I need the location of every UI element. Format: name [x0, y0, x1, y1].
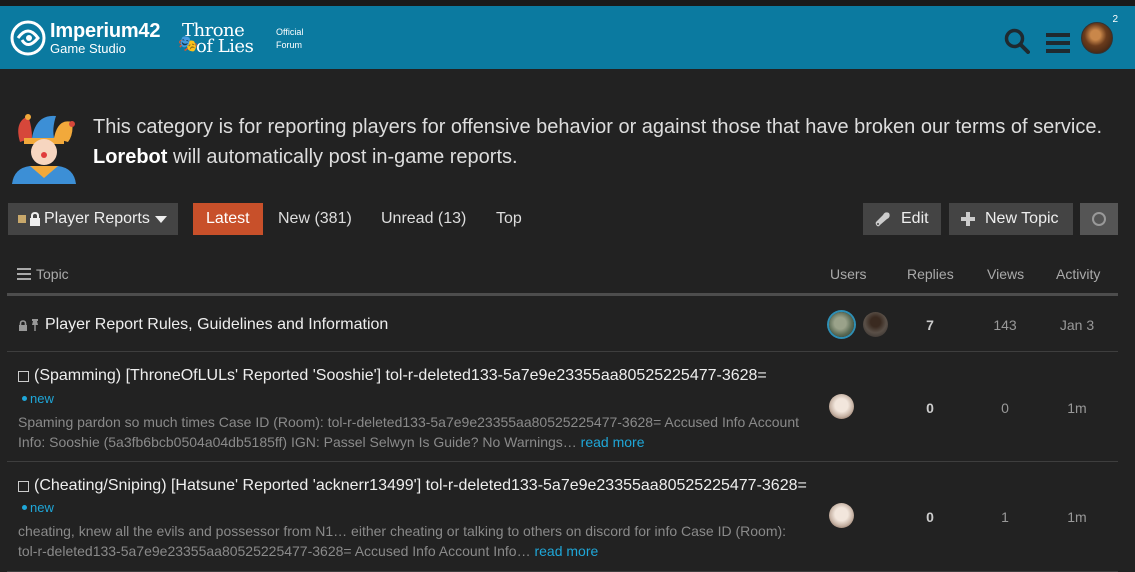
user-avatar[interactable] [863, 312, 888, 337]
column-topic[interactable]: Topic [17, 266, 69, 282]
new-dot-icon [22, 396, 27, 401]
wrench-icon [875, 212, 890, 227]
user-avatar[interactable] [829, 312, 854, 337]
topic-title-line: (Cheating/Sniping) [Hatsune' Reported 'a… [18, 477, 807, 495]
tol-logo-line2: of Lies [196, 36, 254, 57]
user-menu[interactable]: 2 [1081, 14, 1118, 56]
column-activity[interactable]: Activity [1056, 266, 1100, 282]
user-avatar[interactable] [829, 503, 854, 528]
category-dropdown-label: Player Reports [44, 210, 150, 227]
official-line2: Forum [276, 40, 303, 50]
activity-time[interactable]: 1m [1047, 400, 1107, 416]
mask-icon: 🎭 [178, 36, 198, 53]
notification-level-button[interactable] [1080, 203, 1118, 235]
topic-list-header: Topic Users Replies Views Activity [7, 258, 1118, 296]
new-topic-button-label: New Topic [985, 210, 1059, 227]
views-count: 143 [993, 317, 1017, 333]
topic-row: Player Report Rules, Guidelines and Info… [7, 299, 1118, 352]
tab-unread[interactable]: Unread (13) [368, 203, 479, 235]
brand-name: Imperium42 [50, 20, 161, 42]
new-topic-badge[interactable]: new [22, 391, 54, 406]
user-avatar[interactable] [829, 394, 854, 419]
category-description-text: This category is for reporting players f… [93, 116, 1103, 168]
checkbox-icon[interactable] [18, 480, 29, 492]
navigation-bar: Player Reports Latest New (381) Unread (… [8, 203, 1120, 235]
replies-count: 7 [926, 317, 934, 333]
category-dropdown[interactable]: Player Reports [8, 203, 178, 235]
tab-new[interactable]: New (381) [265, 203, 365, 235]
new-topic-badge[interactable]: new [22, 500, 54, 515]
tab-latest[interactable]: Latest [193, 203, 263, 235]
topic-title-link[interactable]: (Spamming) [ThroneOfLULs' Reported 'Soos… [34, 367, 767, 385]
lock-icon [19, 319, 27, 331]
user-avatar[interactable] [1081, 22, 1113, 54]
column-replies[interactable]: Replies [907, 266, 954, 282]
hamburger-menu-icon[interactable] [1046, 32, 1070, 54]
activity-time[interactable]: Jan 3 [1047, 317, 1107, 333]
pin-icon [32, 319, 38, 331]
site-header: Imperium42 Game Studio Throne 🎭 of Lies … [0, 6, 1135, 69]
lock-icon [30, 212, 40, 226]
topic-title-link[interactable]: (Cheating/Sniping) [Hatsune' Reported 'a… [34, 477, 807, 495]
topic-row: (Cheating/Sniping) [Hatsune' Reported 'a… [7, 462, 1118, 572]
topic-excerpt: Spaming pardon so much times Case ID (Ro… [18, 414, 800, 450]
replies-count: 0 [926, 509, 934, 525]
read-more-link[interactable]: read more [534, 543, 598, 559]
caret-down-icon [154, 215, 167, 223]
new-badge-label: new [30, 500, 54, 515]
official-forum-label: Official Forum [276, 26, 303, 52]
checkbox-icon[interactable] [18, 370, 29, 382]
activity-time[interactable]: 1m [1047, 509, 1107, 525]
column-users: Users [830, 266, 867, 282]
notification-count[interactable]: 2 [1112, 14, 1118, 25]
views-count: 0 [1001, 400, 1009, 416]
category-color-swatch [18, 215, 26, 223]
search-icon[interactable] [1004, 28, 1030, 54]
new-dot-icon [22, 505, 27, 510]
edit-button-label: Edit [901, 210, 929, 227]
brand-subtitle: Game Studio [50, 41, 126, 56]
topic-title-line: Player Report Rules, Guidelines and Info… [18, 316, 388, 334]
tab-top[interactable]: Top [483, 203, 535, 235]
imperium-swirl-icon [10, 20, 46, 56]
edit-button[interactable]: Edit [863, 203, 941, 235]
column-views[interactable]: Views [987, 266, 1024, 282]
topic-excerpt: cheating, knew all the evils and possess… [18, 523, 787, 559]
official-line1: Official [276, 27, 304, 37]
read-more-link[interactable]: read more [581, 434, 645, 450]
new-badge-label: new [30, 391, 54, 406]
topic-title-line: (Spamming) [ThroneOfLULs' Reported 'Soos… [18, 367, 767, 385]
lorebot-name: Lorebot [93, 146, 168, 168]
new-topic-button[interactable]: New Topic [949, 203, 1073, 235]
list-icon [17, 268, 31, 280]
circle-icon [1092, 212, 1106, 226]
throne-of-lies-logo[interactable]: Throne 🎭 of Lies [178, 20, 262, 57]
views-count: 1 [1001, 509, 1009, 525]
plus-icon [961, 212, 975, 226]
imperium42-logo[interactable]: Imperium42 Game Studio [10, 20, 160, 56]
replies-count: 0 [926, 400, 934, 416]
category-description: This category is for reporting players f… [10, 112, 1120, 188]
topic-title-link[interactable]: Player Report Rules, Guidelines and Info… [45, 316, 388, 334]
topic-row: (Spamming) [ThroneOfLULs' Reported 'Soos… [7, 353, 1118, 462]
jester-icon [12, 114, 76, 184]
column-topic-label: Topic [36, 266, 69, 282]
